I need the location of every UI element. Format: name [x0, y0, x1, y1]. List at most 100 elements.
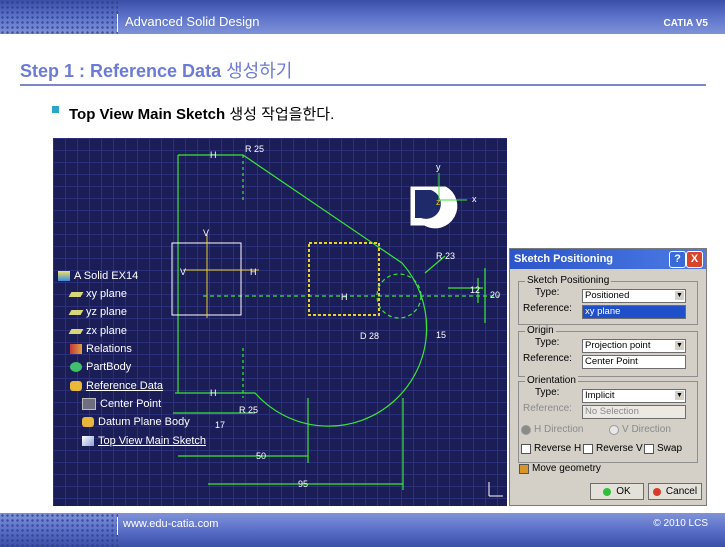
reverse-h-checkbox[interactable]: Reverse H: [521, 443, 581, 454]
tree-item-xy-plane[interactable]: xy plane: [68, 288, 127, 300]
move-geometry-label: Move geometry: [532, 463, 601, 474]
selected-square[interactable]: [308, 242, 380, 316]
sketch-positioning-dialog: Sketch Positioning ? X Sketch Positionin…: [509, 248, 707, 506]
type-label: Type:: [535, 337, 560, 348]
catia-viewport[interactable]: R 25 R 25 R 23 D 28 12 20 15 17 50 95 H …: [53, 138, 507, 506]
relations-icon: [70, 344, 82, 354]
close-button[interactable]: X: [686, 251, 703, 268]
move-geometry-checkbox[interactable]: Move geometry: [519, 463, 601, 474]
reference-label: Reference:: [523, 303, 572, 314]
dialog-title-bar[interactable]: Sketch Positioning ? X: [510, 249, 706, 269]
chevron-down-icon[interactable]: ▼: [675, 341, 684, 350]
orientation-type-select[interactable]: Implicit ▼: [582, 389, 686, 403]
reference-label: Reference:: [523, 353, 572, 364]
swap-checkbox[interactable]: Swap: [644, 443, 682, 454]
bullet-icon: [52, 106, 59, 113]
select-value: Implicit: [585, 390, 615, 401]
tree-label-reference-data: Reference Data: [86, 380, 164, 392]
tree-item-top-view-main-sketch[interactable]: Top View Main Sketch: [82, 435, 206, 447]
reverse-h-label: Reverse H: [534, 443, 582, 454]
chevron-down-icon[interactable]: ▼: [675, 391, 684, 400]
tree-item-zx-plane[interactable]: zx plane: [68, 325, 127, 337]
type-label: Type:: [535, 387, 560, 398]
step-title-korean: 생성하기: [226, 61, 293, 81]
label-dim15: 15: [436, 330, 446, 340]
part-icon: [58, 271, 70, 281]
tree-label-zx-plane: zx plane: [86, 325, 127, 337]
tree-label-datum-plane-body: Datum Plane Body: [98, 416, 190, 428]
group-label: Origin: [525, 325, 556, 336]
positioning-type-select[interactable]: Positioned ▼: [582, 289, 686, 303]
help-button[interactable]: ?: [669, 251, 686, 268]
label-dim50: 50: [256, 451, 266, 461]
origin-type-select[interactable]: Projection point ▼: [582, 339, 686, 353]
compass-y-label: y: [436, 162, 441, 172]
tree-item-center-point[interactable]: Center Point: [82, 398, 161, 410]
label-h-bottom: H: [210, 388, 217, 398]
tree-item-root[interactable]: A Solid EX14: [58, 270, 138, 282]
tree-item-relations[interactable]: Relations: [70, 343, 132, 355]
footer-url[interactable]: www.edu-catia.com: [123, 518, 218, 530]
sketch-canvas[interactable]: R 25 R 25 R 23 D 28 12 20 15 17 50 95 H …: [53, 138, 507, 506]
radio-icon: [609, 424, 619, 435]
ok-button[interactable]: OK: [590, 483, 644, 500]
label-dim12: 12: [470, 285, 480, 295]
orientation-reference-field: No Selection: [582, 405, 686, 419]
orientation-group: Orientation Type: Implicit ▼ Reference: …: [518, 375, 698, 463]
label-h-mid: H: [341, 292, 348, 302]
plane-icon: [68, 309, 84, 315]
chevron-down-icon[interactable]: ▼: [675, 291, 684, 300]
radio-selected-icon: [521, 424, 531, 435]
header-separator: [117, 14, 118, 32]
body-icon: [82, 417, 94, 427]
footer-copyright: © 2010 LCS: [653, 518, 708, 529]
reference-label: Reference:: [523, 403, 572, 414]
checkbox-icon: [644, 443, 654, 454]
label-h-axis: H: [250, 267, 257, 277]
reverse-v-label: Reverse V: [596, 443, 643, 454]
tree-item-datum-plane-body[interactable]: Datum Plane Body: [82, 416, 190, 428]
type-label: Type:: [535, 287, 560, 298]
origin-reference-field[interactable]: Center Point: [582, 355, 686, 369]
label-dim95: 95: [298, 479, 308, 489]
step-title: Step 1 : Reference Data 생성하기: [20, 57, 292, 83]
ok-label: OK: [616, 486, 631, 497]
header-title: Advanced Solid Design: [125, 14, 260, 29]
v-direction-label: V Direction: [622, 424, 671, 435]
v-direction-radio[interactable]: V Direction: [609, 424, 671, 435]
tree-item-partbody[interactable]: PartBody: [70, 361, 131, 373]
tree-label-center-point: Center Point: [100, 398, 162, 410]
select-value: Projection point: [585, 340, 651, 351]
h-direction-label: H Direction: [534, 424, 584, 435]
footer-separator: [117, 517, 118, 535]
cancel-button[interactable]: Cancel: [648, 483, 702, 500]
step-title-prefix: Step 1 : Reference Data: [20, 61, 227, 81]
swap-label: Swap: [657, 443, 683, 454]
reverse-v-checkbox[interactable]: Reverse V: [583, 443, 643, 454]
axis-triad-icon: [488, 482, 503, 497]
tree-item-reference-data[interactable]: Reference Data: [70, 380, 163, 392]
compass-icon[interactable]: y x z: [409, 162, 477, 230]
tree-label-yz-plane: yz plane: [86, 306, 127, 318]
tree-label-top-view-main-sketch: Top View Main Sketch: [98, 435, 207, 447]
sketch-icon: [82, 436, 94, 446]
label-h-top: H: [210, 150, 217, 160]
plane-icon: [68, 328, 84, 334]
label-v-axis: V: [203, 228, 209, 238]
compass-z-label: z: [436, 197, 441, 207]
label-d28: D 28: [360, 331, 379, 341]
header-pattern: [0, 0, 118, 34]
checkbox-icon: [521, 443, 531, 454]
h-direction-radio[interactable]: H Direction: [521, 424, 583, 435]
positioning-reference-field[interactable]: xy plane: [582, 305, 686, 319]
footer-pattern: [0, 513, 118, 547]
label-dim17: 17: [215, 420, 225, 430]
geometrical-set-icon: [70, 381, 82, 391]
point-icon: [82, 398, 96, 410]
footer-bar: www.edu-catia.com © 2010 LCS: [0, 513, 725, 547]
header-bar: Advanced Solid Design CATIA V5: [0, 0, 725, 34]
tree-item-yz-plane[interactable]: yz plane: [68, 306, 127, 318]
sketch-positioning-group: Sketch Positioning Type: Positioned ▼ Re…: [518, 275, 698, 325]
dialog-title: Sketch Positioning: [514, 253, 614, 265]
compass-x-label: x: [472, 194, 477, 204]
